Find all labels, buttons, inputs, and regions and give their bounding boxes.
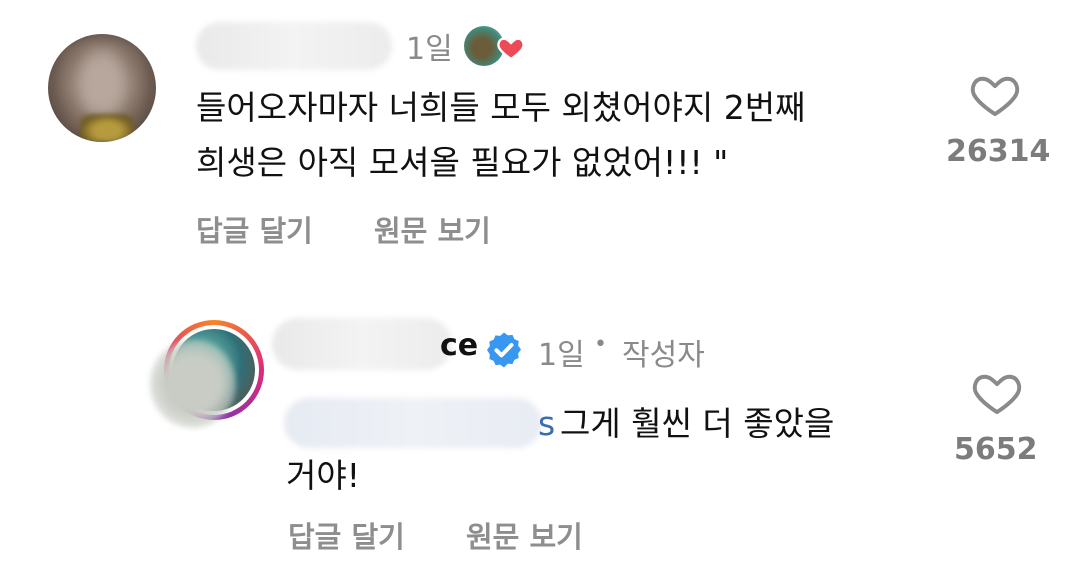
reply-button[interactable]: 답글 달기 bbox=[288, 514, 405, 556]
replier-avatar[interactable] bbox=[150, 318, 266, 428]
reply-text-line: 거야! bbox=[286, 456, 360, 495]
see-original-button[interactable]: 원문 보기 bbox=[374, 208, 491, 250]
commenter-username[interactable] bbox=[196, 22, 392, 70]
verified-badge-icon bbox=[487, 332, 521, 368]
heart-outline-icon[interactable] bbox=[970, 368, 1024, 416]
mention-suffix[interactable]: s bbox=[538, 404, 555, 443]
reply-text-line: 그게 훨씬 더 좋았을 bbox=[560, 404, 835, 443]
meta-separator: • bbox=[594, 332, 607, 357]
reply-button[interactable]: 답글 달기 bbox=[196, 208, 313, 250]
commenter-avatar[interactable] bbox=[48, 34, 156, 142]
see-original-button[interactable]: 원문 보기 bbox=[466, 514, 583, 556]
author-username[interactable] bbox=[272, 318, 452, 370]
author-liked-indicator bbox=[462, 24, 532, 70]
heart-outline-icon[interactable] bbox=[968, 70, 1022, 118]
like-count: 26314 bbox=[946, 134, 1051, 169]
mention-link[interactable] bbox=[284, 398, 542, 448]
author-username-suffix[interactable]: ce bbox=[440, 328, 478, 363]
like-count: 5652 bbox=[954, 432, 1038, 467]
heart-filled-icon bbox=[497, 37, 525, 60]
comment-time: 1일 bbox=[406, 32, 453, 67]
reply-time: 1일 bbox=[538, 338, 585, 373]
comment-line: 희생은 아직 모셔올 필요가 없었어!!! " bbox=[196, 143, 729, 182]
comment-text: 들어오자마자 너희들 모두 외쳤어야지 2번째 희생은 아직 모셔올 필요가 없… bbox=[196, 80, 805, 190]
comment-line: 들어오자마자 너희들 모두 외쳤어야지 2번째 bbox=[196, 88, 806, 127]
author-tag: 작성자 bbox=[622, 338, 705, 373]
